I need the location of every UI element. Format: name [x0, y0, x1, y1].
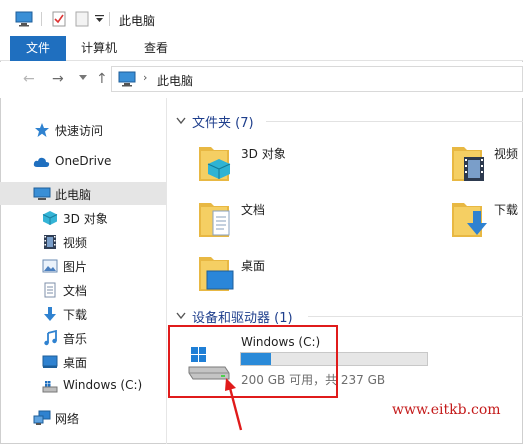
sidebar-item-music[interactable]: 音乐 — [0, 326, 166, 349]
cloud-icon — [33, 157, 50, 167]
annotation-highlight-box — [168, 325, 338, 398]
sidebar-item-label: 音乐 — [63, 332, 88, 346]
title-bar: 此电脑 — [0, 0, 523, 36]
folder-label: 视频 — [494, 147, 519, 161]
sidebar-item-label: 视频 — [63, 236, 88, 250]
folder-label: 3D 对象 — [241, 147, 286, 161]
group-divider — [266, 121, 523, 122]
folder-label: 下载 — [494, 203, 519, 217]
sidebar-item-label: 图片 — [63, 260, 88, 274]
star-icon — [35, 123, 49, 137]
sidebar-item-3d-objects[interactable]: 3D 对象 — [0, 206, 166, 229]
tab-file[interactable]: 文件 — [10, 36, 66, 61]
computer-icon — [118, 71, 136, 87]
folder-desktop-icon — [199, 257, 234, 291]
folder-downloads-icon — [452, 203, 487, 237]
sidebar-item-windows-c[interactable]: Windows (C:) — [0, 374, 166, 397]
sidebar-item-this-pc[interactable]: 此电脑 — [0, 182, 166, 205]
back-button[interactable]: ← — [23, 71, 35, 87]
breadcrumb[interactable]: 此电脑 — [157, 72, 193, 89]
watermark-text: www.eitkb.com — [392, 402, 501, 418]
sidebar-item-label: Windows (C:) — [63, 378, 143, 392]
pane-divider — [166, 98, 167, 444]
sidebar-item-videos[interactable]: 视频 — [0, 230, 166, 253]
folder-videos-icon — [452, 147, 484, 181]
folder-documents-icon — [199, 203, 230, 237]
breadcrumb-chevron-icon: › — [143, 71, 148, 84]
chevron-down-icon[interactable] — [176, 117, 186, 125]
window-title: 此电脑 — [119, 14, 156, 28]
recent-locations-icon[interactable] — [79, 75, 87, 81]
video-icon — [44, 235, 56, 249]
drives-group-heading[interactable]: 设备和驱动器 (1) — [192, 307, 293, 326]
new-folder-icon[interactable] — [75, 11, 89, 27]
toolbar-separator — [109, 12, 110, 26]
customize-dropdown-icon[interactable] — [95, 15, 104, 23]
picture-icon — [42, 259, 58, 273]
tab-view[interactable]: 查看 — [136, 36, 176, 61]
folder-3d-objects-icon — [199, 147, 231, 181]
cube-icon — [42, 211, 58, 225]
sidebar-item-label: 网络 — [55, 412, 80, 426]
folder-label: 桌面 — [241, 259, 266, 273]
sidebar-item-label: 3D 对象 — [63, 212, 108, 226]
folder-label: 文档 — [241, 203, 266, 217]
sidebar-item-label: 下载 — [63, 308, 88, 322]
sidebar-item-network[interactable]: 网络 — [0, 406, 166, 429]
sidebar-item-documents[interactable]: 文档 — [0, 278, 166, 301]
group-divider — [308, 316, 523, 317]
computer-icon — [33, 187, 51, 200]
sidebar-item-quick-access[interactable]: 快速访问 — [0, 118, 166, 141]
sidebar-item-label: OneDrive — [55, 154, 112, 168]
properties-icon[interactable] — [52, 11, 66, 27]
annotation-arrow-icon — [225, 378, 243, 431]
sidebar-item-pictures[interactable]: 图片 — [0, 254, 166, 277]
document-icon — [44, 282, 56, 298]
sidebar-item-downloads[interactable]: 下载 — [0, 302, 166, 325]
chevron-down-icon[interactable] — [176, 312, 186, 320]
sidebar-item-label: 此电脑 — [55, 188, 92, 202]
music-icon — [44, 330, 57, 346]
sidebar-item-label: 桌面 — [63, 356, 88, 370]
sidebar-item-label: 文档 — [63, 284, 88, 298]
network-icon — [33, 410, 51, 425]
toolbar-separator — [41, 12, 42, 26]
computer-icon[interactable] — [15, 11, 33, 27]
download-icon — [44, 307, 56, 321]
up-button[interactable]: ↑ — [96, 71, 108, 87]
desktop-icon — [42, 355, 58, 368]
ribbon-tabs: 文件 计算机 查看 — [0, 36, 523, 61]
forward-button[interactable]: → — [52, 71, 64, 87]
sidebar-item-onedrive[interactable]: OneDrive — [0, 150, 166, 173]
sidebar-item-desktop[interactable]: 桌面 — [0, 350, 166, 373]
tab-computer[interactable]: 计算机 — [72, 36, 126, 61]
sidebar-item-label: 快速访问 — [55, 124, 104, 138]
drive-icon — [42, 381, 58, 393]
folders-group-heading[interactable]: 文件夹 (7) — [192, 112, 254, 131]
